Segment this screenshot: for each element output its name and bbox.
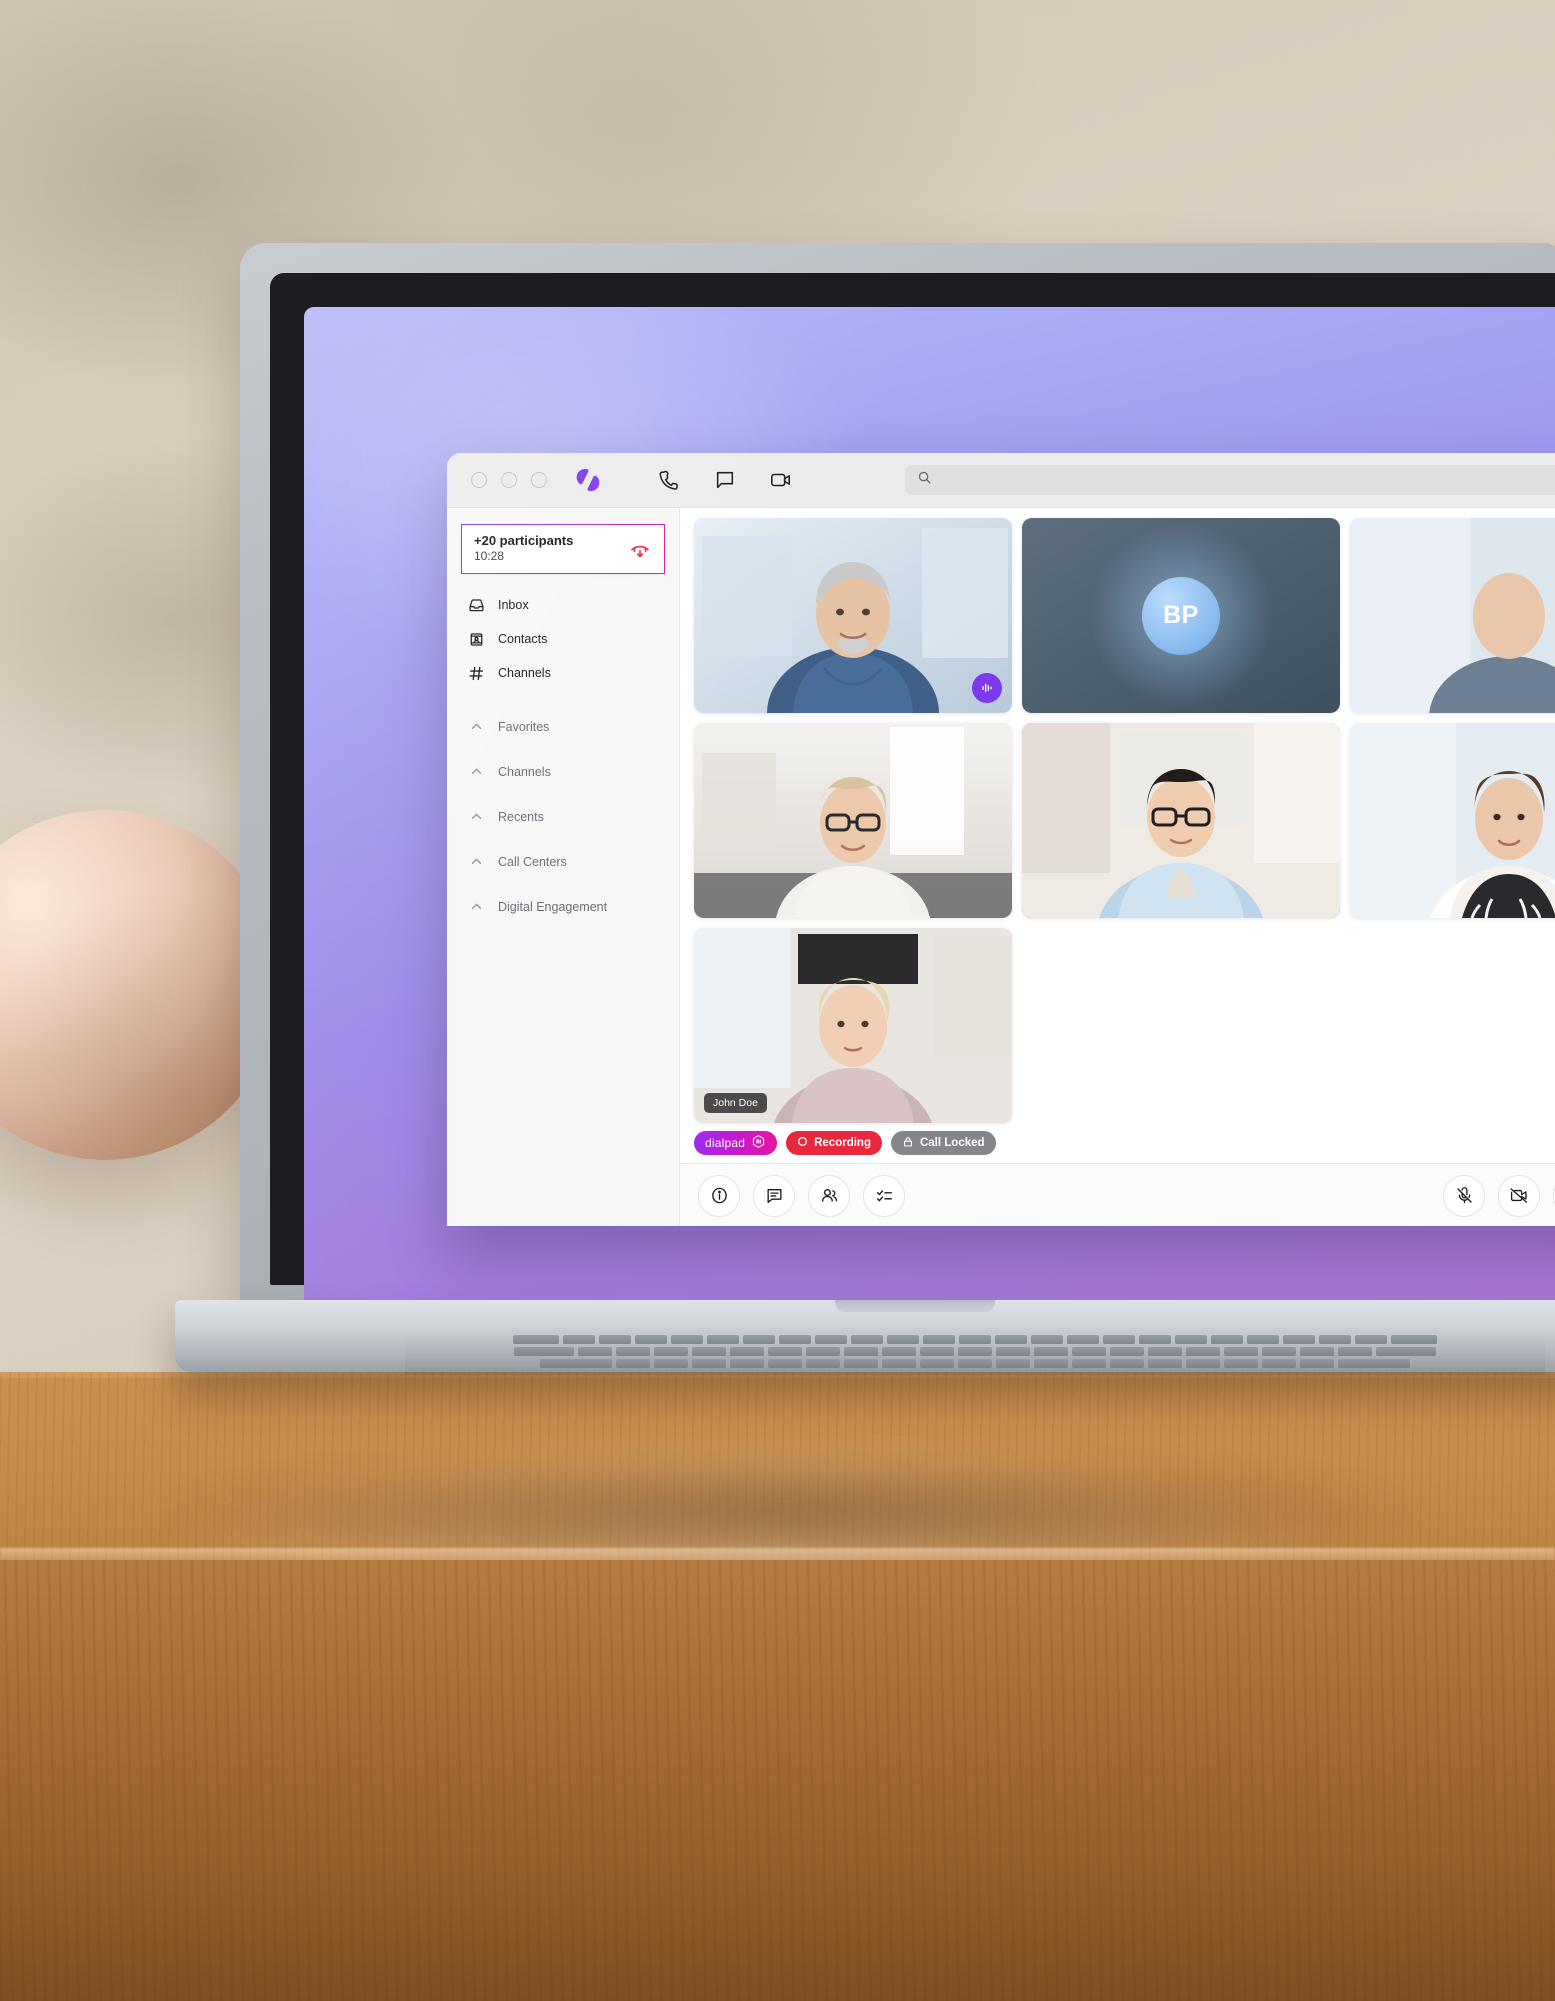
dialpad-logo-icon xyxy=(573,468,603,492)
chevron-up-icon xyxy=(467,763,485,781)
chevron-up-icon xyxy=(467,898,485,916)
sidebar-item-label: Channels xyxy=(498,666,551,680)
dialpad-badge-label: dialpad xyxy=(705,1136,746,1150)
sidebar-section-label: Call Centers xyxy=(498,854,567,869)
participant-nameplate: John Doe xyxy=(704,1093,767,1113)
participant-tile[interactable] xyxy=(1350,723,1555,918)
search-input[interactable] xyxy=(940,472,1555,488)
scene: +20 participants 10:28 Inbox Contacts Ch… xyxy=(0,0,1555,2001)
maximize-button[interactable] xyxy=(531,472,547,488)
laptop: +20 participants 10:28 Inbox Contacts Ch… xyxy=(175,243,1555,1403)
status-badge-recording: Recording xyxy=(786,1131,882,1155)
search-icon xyxy=(917,470,932,490)
desk-front xyxy=(0,1560,1555,2001)
contacts-icon xyxy=(467,630,485,648)
active-call-card[interactable]: +20 participants 10:28 xyxy=(461,524,665,574)
participants-button[interactable] xyxy=(808,1174,850,1217)
sidebar-item-label: Contacts xyxy=(498,632,548,646)
chevron-up-icon xyxy=(467,853,485,871)
record-circle-icon xyxy=(797,1136,808,1150)
recording-badge-label: Recording xyxy=(814,1137,871,1149)
participant-tile[interactable]: John Doe xyxy=(694,928,1012,1123)
window-controls[interactable] xyxy=(471,472,547,488)
search-box[interactable] xyxy=(905,465,1555,495)
participant-video xyxy=(1350,518,1555,713)
sidebar-section-digital-engagement[interactable]: Digital Engagement xyxy=(447,884,679,929)
laptop-notch xyxy=(835,1300,995,1312)
avatar: BP xyxy=(1142,576,1220,655)
screen-bezel: +20 participants 10:28 Inbox Contacts Ch… xyxy=(270,273,1555,1311)
status-badges-row: dialpad Recording Call Locked xyxy=(680,1123,1555,1163)
active-call-text: +20 participants 10:28 xyxy=(474,533,573,565)
sidebar: +20 participants 10:28 Inbox Contacts Ch… xyxy=(447,508,680,1226)
toolbar-left-group xyxy=(698,1174,905,1217)
chevron-up-icon xyxy=(467,718,485,736)
checklist-button[interactable] xyxy=(863,1174,905,1217)
chevron-up-icon xyxy=(467,808,485,826)
participant-video xyxy=(1350,723,1555,918)
hangup-icon[interactable] xyxy=(628,537,652,561)
ai-hexagon-icon xyxy=(751,1134,766,1152)
meeting-chat-button[interactable] xyxy=(753,1174,795,1217)
window-titlebar xyxy=(447,453,1555,508)
meeting-info-button[interactable] xyxy=(698,1174,740,1217)
laptop-lid: +20 participants 10:28 Inbox Contacts Ch… xyxy=(240,243,1555,1311)
active-call-title: +20 participants xyxy=(474,533,574,549)
sidebar-section-label: Favorites xyxy=(498,719,550,734)
sidebar-section-label: Recents xyxy=(498,809,544,824)
meeting-toolbar xyxy=(680,1163,1555,1226)
app-body: +20 participants 10:28 Inbox Contacts Ch… xyxy=(447,508,1555,1226)
participant-video xyxy=(694,723,1012,918)
sidebar-section-recents[interactable]: Recents xyxy=(447,794,679,839)
laptop-keyboard xyxy=(405,1332,1545,1375)
locked-badge-label: Call Locked xyxy=(919,1137,985,1149)
phone-icon[interactable] xyxy=(657,468,681,492)
laptop-screen: +20 participants 10:28 Inbox Contacts Ch… xyxy=(304,307,1555,1311)
keyboard-row xyxy=(405,1359,1545,1368)
participant-grid: BP John Doe xyxy=(680,508,1555,1123)
titlebar-actions xyxy=(657,468,793,492)
sidebar-section-channels[interactable]: Channels xyxy=(447,749,679,794)
sidebar-section-call-centers[interactable]: Call Centers xyxy=(447,839,679,884)
inbox-icon xyxy=(467,596,485,614)
mic-toggle-button[interactable] xyxy=(1443,1174,1485,1217)
mic-status-badge xyxy=(972,673,1002,703)
close-button[interactable] xyxy=(471,472,487,488)
video-icon[interactable] xyxy=(769,468,793,492)
sidebar-section-label: Digital Engagement xyxy=(498,899,608,914)
participant-tile[interactable]: BP xyxy=(1022,518,1340,713)
toolbar-right-group xyxy=(1443,1174,1555,1217)
active-call-duration: 10:28 xyxy=(474,549,505,564)
sidebar-item-channels[interactable]: Channels xyxy=(447,656,679,690)
status-badge-dialpad-ai: dialpad xyxy=(694,1131,778,1155)
sidebar-item-label: Inbox xyxy=(498,598,529,612)
sidebar-item-inbox[interactable]: Inbox xyxy=(447,588,679,622)
participant-tile[interactable] xyxy=(694,518,1012,713)
search-area xyxy=(905,465,1555,495)
lock-icon xyxy=(902,1136,914,1151)
sidebar-section-favorites[interactable]: Favorites xyxy=(447,704,679,749)
keyboard-row xyxy=(405,1347,1545,1356)
participant-tile[interactable] xyxy=(1350,518,1555,713)
camera-toggle-button[interactable] xyxy=(1498,1174,1540,1217)
participant-video xyxy=(694,518,1012,713)
message-icon[interactable] xyxy=(713,468,737,492)
meeting-main: BP John Doe dialpad Recording Call Locke… xyxy=(680,508,1555,1226)
status-badge-call-locked: Call Locked xyxy=(890,1131,996,1155)
participant-video xyxy=(1022,723,1340,918)
sidebar-section-label: Channels xyxy=(498,764,551,779)
sidebar-item-contacts[interactable]: Contacts xyxy=(447,622,679,656)
participant-tile-active[interactable] xyxy=(1022,723,1340,918)
minimize-button[interactable] xyxy=(501,472,517,488)
participant-tile[interactable] xyxy=(694,723,1012,918)
dialpad-app-window: +20 participants 10:28 Inbox Contacts Ch… xyxy=(447,453,1555,1226)
hash-icon xyxy=(467,664,485,682)
keyboard-row xyxy=(405,1335,1545,1344)
